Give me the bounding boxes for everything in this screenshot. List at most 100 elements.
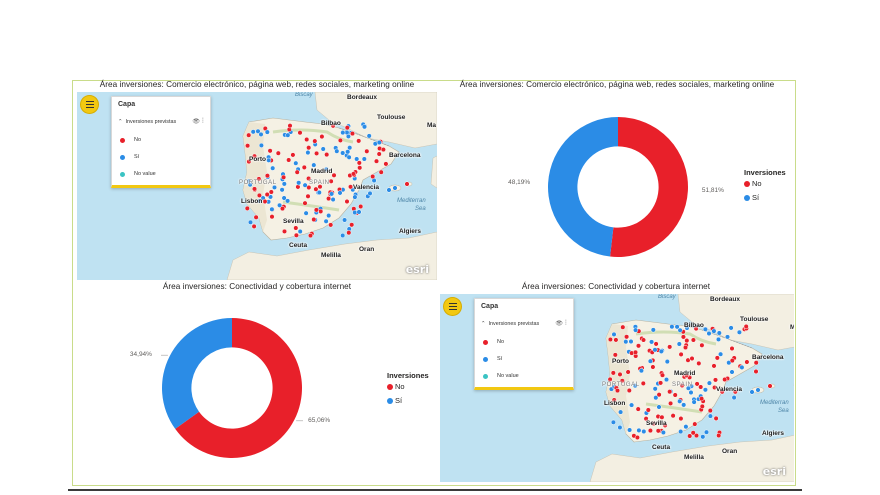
map-point[interactable] — [356, 138, 362, 144]
map-point[interactable] — [633, 327, 639, 333]
map-point[interactable] — [647, 428, 653, 434]
donut-slice-si[interactable] — [162, 318, 232, 429]
map-point[interactable] — [716, 432, 722, 439]
map-point[interactable] — [290, 152, 296, 158]
map-point[interactable] — [664, 359, 670, 365]
layer-toggle[interactable]: ⌃ Inversiones previstas — [118, 119, 176, 125]
map-point[interactable] — [743, 323, 749, 330]
map-point[interactable] — [318, 208, 324, 214]
map-point[interactable] — [324, 152, 330, 158]
legend-item-si[interactable]: Sí — [387, 396, 402, 405]
map-point[interactable] — [698, 384, 704, 390]
map-point[interactable] — [340, 232, 346, 239]
map-point[interactable] — [624, 334, 630, 340]
map-canvas[interactable]: Biscay Bordeaux Toulouse Ma Bilbao Porto… — [440, 294, 794, 482]
map-point[interactable] — [293, 160, 299, 166]
map-point[interactable] — [250, 129, 256, 135]
eye-icon[interactable]: 👁 — [555, 320, 563, 327]
map-point[interactable] — [658, 380, 664, 386]
map-point[interactable] — [683, 424, 689, 430]
map-point[interactable] — [269, 206, 275, 212]
map-point[interactable] — [729, 345, 735, 352]
map-point[interactable] — [690, 337, 696, 343]
map-point[interactable] — [361, 124, 368, 130]
map-point[interactable] — [264, 129, 270, 135]
map-point[interactable] — [668, 400, 674, 406]
map-point[interactable] — [620, 324, 626, 330]
map-point[interactable] — [316, 189, 322, 196]
map-point[interactable] — [614, 388, 621, 394]
map-point[interactable] — [699, 403, 705, 409]
map-point[interactable] — [349, 222, 355, 228]
map-point[interactable] — [357, 165, 363, 171]
map-point[interactable] — [702, 387, 708, 393]
map-point[interactable] — [678, 416, 684, 422]
map-point[interactable] — [626, 387, 632, 394]
map-point[interactable] — [404, 181, 410, 187]
map-point[interactable] — [667, 344, 673, 350]
map-point[interactable] — [755, 387, 761, 393]
map-point[interactable] — [334, 148, 340, 154]
map-point[interactable] — [640, 337, 647, 343]
map-point[interactable] — [650, 364, 656, 370]
donut-visual-conectividad[interactable]: Área inversiones: Conectividad y cobertu… — [76, 282, 438, 482]
map-point[interactable] — [267, 148, 273, 154]
map-point[interactable] — [607, 336, 613, 343]
more-options-icon[interactable]: ⋮ — [200, 117, 206, 124]
map-point[interactable] — [700, 434, 706, 440]
map-point[interactable] — [636, 427, 642, 433]
map-point[interactable] — [264, 173, 270, 179]
map-point[interactable] — [659, 372, 666, 378]
map-point[interactable] — [696, 360, 702, 366]
map-point[interactable] — [628, 338, 634, 345]
map-point[interactable] — [711, 363, 717, 369]
map-point[interactable] — [688, 389, 694, 396]
map-point[interactable] — [718, 351, 724, 357]
map-point[interactable] — [258, 131, 264, 137]
map-point[interactable] — [303, 210, 309, 216]
map-point[interactable] — [739, 364, 745, 370]
layer-toggle[interactable]: ⌃ Inversiones previstas — [481, 321, 539, 327]
map-point[interactable] — [703, 429, 710, 435]
map-point[interactable] — [681, 402, 687, 408]
map-point[interactable] — [610, 370, 616, 376]
map-point[interactable] — [634, 434, 640, 441]
map-point[interactable] — [767, 383, 773, 389]
map-point[interactable] — [326, 213, 332, 219]
map-point[interactable] — [251, 223, 257, 229]
map-point[interactable] — [653, 395, 659, 401]
map-point[interactable] — [270, 165, 276, 171]
map-point[interactable] — [349, 131, 356, 137]
map-point[interactable] — [706, 380, 712, 386]
map-point[interactable] — [613, 337, 619, 343]
map-point[interactable] — [330, 196, 336, 203]
map-point[interactable] — [258, 142, 264, 148]
map-point[interactable] — [302, 200, 308, 206]
map-point[interactable] — [294, 169, 300, 175]
map-visual-ecommerce[interactable]: Área inversiones: Comercio electrónico, … — [76, 80, 438, 280]
map-point[interactable] — [632, 349, 639, 355]
map-point[interactable] — [304, 136, 310, 143]
map-point[interactable] — [731, 395, 737, 401]
map-point[interactable] — [287, 123, 293, 129]
map-point[interactable] — [677, 398, 683, 404]
map-point[interactable] — [285, 132, 291, 138]
donut-chart[interactable] — [161, 317, 303, 459]
legend-item-no[interactable]: No — [387, 382, 405, 391]
map-point[interactable] — [699, 342, 705, 348]
map-point[interactable] — [711, 328, 717, 334]
map-point[interactable] — [376, 151, 382, 157]
map-point[interactable] — [314, 150, 320, 156]
eye-icon[interactable]: 👁 — [192, 118, 200, 125]
map-point[interactable] — [312, 138, 318, 144]
map-point[interactable] — [744, 359, 750, 365]
map-point[interactable] — [691, 399, 697, 405]
map-point[interactable] — [358, 203, 364, 210]
map-point[interactable] — [656, 404, 662, 410]
map-point[interactable] — [715, 336, 722, 342]
map-point[interactable] — [297, 130, 303, 136]
map-point[interactable] — [269, 214, 275, 220]
map-point[interactable] — [692, 421, 698, 427]
donut-visual-ecommerce[interactable]: Área inversiones: Comercio electrónico, … — [440, 80, 794, 280]
map-point[interactable] — [306, 145, 312, 151]
